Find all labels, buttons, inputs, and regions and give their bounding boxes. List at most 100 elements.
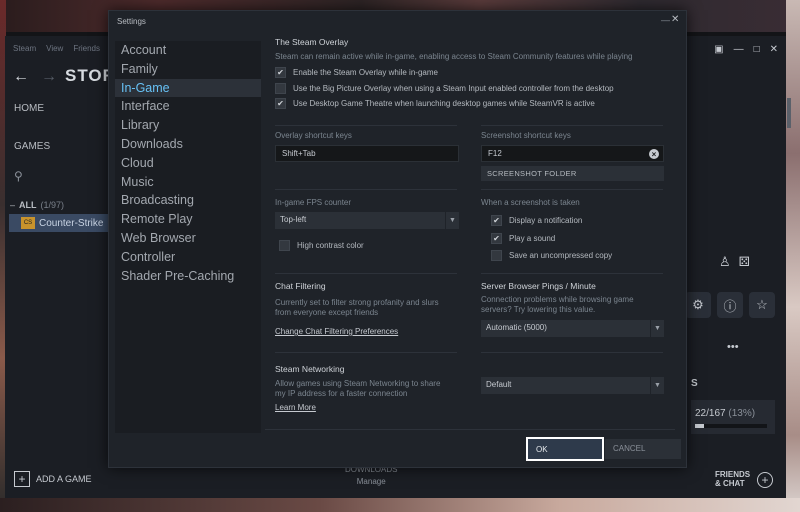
checkbox-checked-icon[interactable]: ✔	[275, 67, 286, 79]
nav-in-game[interactable]: In-Game	[115, 78, 261, 98]
friends-label-1: FRIENDS	[715, 470, 751, 479]
overlay-keys-label: Overlay shortcut keys	[275, 131, 352, 140]
dialog-close-icon[interactable]: ✕	[671, 14, 679, 25]
forward-arrow-icon[interactable]: →	[41, 68, 57, 86]
big-picture-icon[interactable]: ▣	[714, 44, 723, 55]
add-game-button[interactable]: + ADD A GAME	[14, 471, 92, 487]
chat-filter-desc-2: from everyone except friends	[275, 308, 379, 317]
checkbox-checked-icon[interactable]: ✔	[275, 98, 286, 110]
section-divider	[275, 189, 457, 190]
overlay-description: Steam can remain active while in-game, e…	[275, 52, 633, 61]
overlay-option-3[interactable]: ✔ Use Desktop Game Theatre when launchin…	[275, 96, 675, 112]
networking-desc-2: my IP address for a faster connection	[275, 389, 408, 398]
checkbox-checked-icon[interactable]: ✔	[491, 233, 502, 245]
settings-gear-icon[interactable]: ⚙	[685, 292, 711, 318]
more-dots-icon[interactable]: •••	[727, 341, 739, 353]
nav-account[interactable]: Account	[115, 41, 261, 60]
friends-chat-button[interactable]: FRIENDS & CHAT	[715, 470, 750, 488]
checkbox-unchecked-icon[interactable]	[491, 250, 502, 262]
networking-dropdown[interactable]: Default ▼	[481, 377, 664, 394]
menu-friends[interactable]: Friends	[73, 44, 100, 53]
nav-controller[interactable]: Controller	[115, 248, 261, 267]
networking-value: Default	[486, 380, 512, 389]
library-home[interactable]: HOME	[14, 103, 44, 114]
chevron-down-icon: ▼	[445, 212, 459, 229]
dialog-title: Settings	[117, 17, 146, 26]
nav-cloud[interactable]: Cloud	[115, 154, 261, 173]
nav-remote-play[interactable]: Remote Play	[115, 210, 261, 229]
search-icon[interactable]: ⚲	[14, 169, 23, 183]
server-pings-desc-2: servers? Try lowering this value.	[481, 305, 596, 314]
maximize-icon[interactable]: □	[754, 44, 760, 55]
section-divider	[481, 125, 663, 126]
achievements-progress-fill	[695, 424, 705, 428]
checkbox-checked-icon[interactable]: ✔	[491, 215, 502, 227]
nav-downloads[interactable]: Downloads	[115, 135, 261, 154]
screenshot-option-notification[interactable]: ✔ Display a notification	[491, 213, 582, 229]
library-games-filter[interactable]: GAMES	[14, 141, 50, 152]
chevron-down-icon: ▼	[650, 377, 664, 394]
screenshot-folder-button[interactable]: SCREENSHOT FOLDER	[481, 166, 664, 181]
all-label: ALL	[19, 200, 37, 210]
chat-filter-heading: Chat Filtering	[275, 281, 326, 291]
screenshot-option-uncompressed[interactable]: Save an uncompressed copy	[491, 248, 612, 264]
nav-library[interactable]: Library	[115, 116, 261, 135]
fps-counter-value: Top-left	[280, 215, 307, 224]
menu-view[interactable]: View	[46, 44, 63, 53]
overlay-option-2[interactable]: Use the Big Picture Overlay when using a…	[275, 81, 675, 97]
high-contrast-option[interactable]: High contrast color	[279, 238, 364, 254]
back-arrow-icon[interactable]: ←	[13, 68, 29, 86]
section-divider	[481, 352, 663, 353]
checkbox-unchecked-icon[interactable]	[275, 82, 286, 94]
add-friend-icon[interactable]: +	[757, 472, 773, 488]
overlay-option-1[interactable]: ✔ Enable the Steam Overlay while in-game	[275, 65, 675, 81]
checkbox-unchecked-icon[interactable]	[279, 240, 290, 252]
section-divider	[275, 273, 457, 274]
networking-learn-more-link[interactable]: Learn More	[275, 403, 316, 412]
screenshot-option-sound[interactable]: ✔ Play a sound	[491, 231, 555, 247]
game-action-buttons: ⚙ ⓘ ☆	[685, 292, 775, 318]
overlay-option-3-label: Use Desktop Game Theatre when launching …	[293, 99, 595, 109]
library-all-header[interactable]: – ALL (1/97)	[10, 200, 64, 210]
clear-icon[interactable]: ×	[649, 149, 659, 159]
dialog-minimize-icon[interactable]: —	[661, 15, 670, 25]
fps-counter-dropdown[interactable]: Top-left ▼	[275, 212, 459, 229]
achievements-count: 22/167 (13%)	[695, 408, 755, 419]
collapse-icon: –	[10, 200, 16, 210]
screenshot-option-sound-label: Play a sound	[509, 234, 556, 244]
library-game-item[interactable]: CS Counter-Strike	[9, 214, 111, 232]
game-mode-icons: ♙ ⚄	[719, 254, 750, 270]
nav-arrows: ← →	[13, 68, 57, 86]
section-divider	[481, 273, 663, 274]
high-contrast-label: High contrast color	[297, 241, 364, 251]
nav-music[interactable]: Music	[115, 173, 261, 192]
nav-shader-pre-caching[interactable]: Shader Pre-Caching	[115, 267, 261, 286]
game-icon: CS	[21, 217, 35, 229]
overlay-keys-input[interactable]: Shift+Tab	[275, 145, 459, 162]
nav-broadcasting[interactable]: Broadcasting	[115, 191, 261, 210]
nav-family[interactable]: Family	[115, 60, 261, 79]
minimize-icon[interactable]: —	[734, 44, 744, 55]
game-title: Counter-Strike	[39, 217, 104, 229]
menu-steam[interactable]: Steam	[13, 44, 36, 53]
settings-dialog: Settings — ✕ Account Family In-Game Inte…	[108, 10, 687, 468]
ok-button[interactable]: OK	[526, 437, 604, 461]
nav-interface[interactable]: Interface	[115, 97, 261, 116]
bottom-divider	[265, 429, 675, 430]
add-game-label: ADD A GAME	[36, 474, 92, 484]
info-icon[interactable]: ⓘ	[717, 292, 743, 318]
server-pings-heading: Server Browser Pings / Minute	[481, 281, 596, 291]
star-icon[interactable]: ☆	[749, 292, 775, 318]
server-pings-dropdown[interactable]: Automatic (5000) ▼	[481, 320, 664, 337]
screenshot-keys-input[interactable]: F12 ×	[481, 145, 664, 162]
section-divider	[481, 189, 663, 190]
nav-web-browser[interactable]: Web Browser	[115, 229, 261, 248]
section-divider	[275, 125, 457, 126]
settings-sidebar: Account Family In-Game Interface Library…	[115, 41, 261, 433]
cancel-button[interactable]: CANCEL	[605, 439, 681, 459]
networking-desc-1: Allow games using Steam Networking to sh…	[275, 379, 441, 388]
networking-heading: Steam Networking	[275, 364, 345, 374]
chat-filter-preferences-link[interactable]: Change Chat Filtering Preferences	[275, 327, 398, 336]
scrollbar[interactable]	[787, 98, 791, 128]
close-icon[interactable]: ✕	[770, 44, 778, 55]
